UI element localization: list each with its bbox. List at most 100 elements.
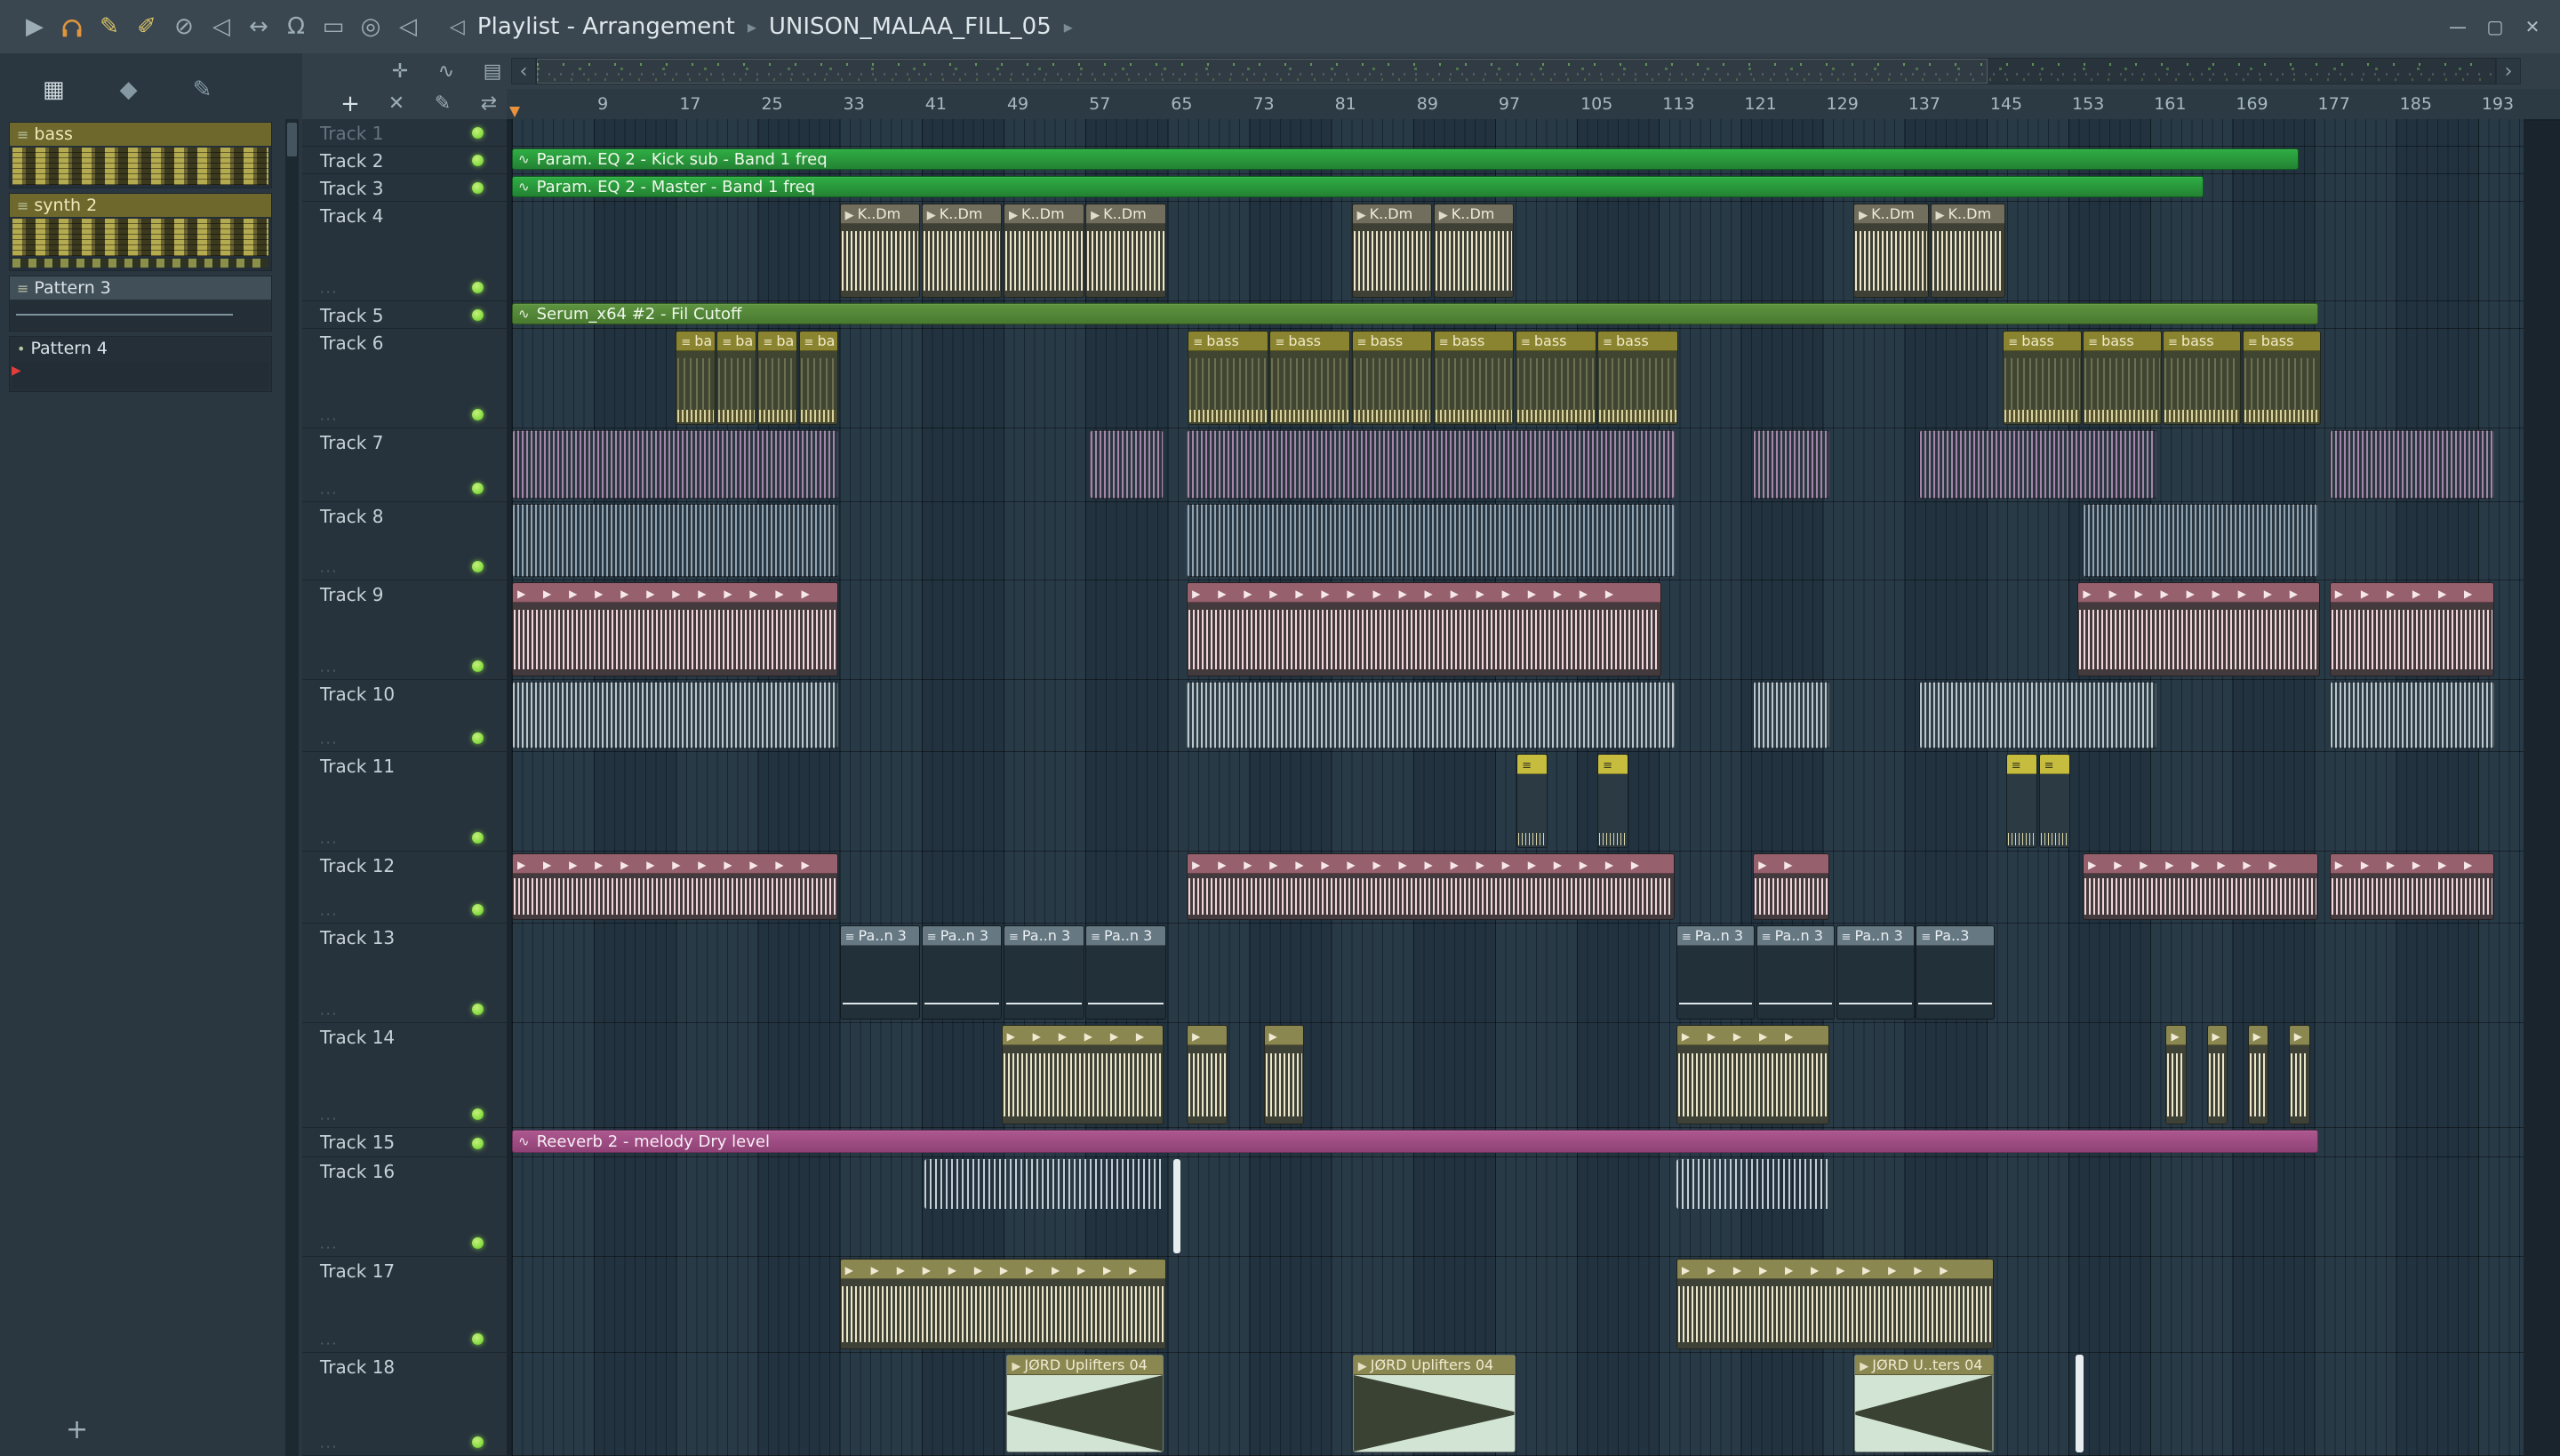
track-mute-led[interactable]	[472, 904, 484, 916]
playlist-clip-yellow-sm[interactable]: ≡	[2005, 754, 2038, 848]
playlist-clip-bass[interactable]: ≡ bass	[1188, 331, 1268, 425]
track-resize-grip[interactable]: ···	[320, 835, 338, 851]
playlist-clip-stripe-purple[interactable]	[2329, 430, 2494, 499]
draw-tool[interactable]: ✎	[430, 91, 455, 117]
track-header[interactable]: Track 11 ···	[302, 752, 507, 852]
playlist-clip-wave-olive[interactable]: ▶ ▶ ▶ ▶ ▶ ▶	[1001, 1025, 1164, 1124]
playlist-clip-wave-pink[interactable]: ▶ ▶	[1753, 853, 1830, 920]
scroll-left-button[interactable]: ‹	[511, 58, 536, 84]
playlist-clip-uplift[interactable]: ▶ JØRD Uplifters 04	[1006, 1355, 1164, 1452]
playlist-clip-wave-olive[interactable]: ▶ ▶ ▶ ▶ ▶ ▶ ▶ ▶ ▶ ▶ ▶ ▶	[839, 1259, 1166, 1349]
playlist-clip-auto-olive[interactable]: ∿ Serum_x64 #2 - Fil Cutoff	[512, 303, 2318, 324]
playlist-clip-stripe-light[interactable]	[512, 682, 839, 748]
playlist-clip-stripe-light[interactable]	[1918, 682, 2156, 748]
piano-tool[interactable]: ▤	[480, 59, 505, 85]
add-tool[interactable]: +	[338, 91, 363, 117]
playlist-clip-wave-pink[interactable]: ▶ ▶ ▶ ▶ ▶ ▶ ▶ ▶ ▶ ▶ ▶ ▶	[512, 853, 839, 920]
play-icon[interactable]: ▶	[16, 0, 53, 53]
track-resize-grip[interactable]: ···	[320, 907, 338, 923]
grid-track-row[interactable]	[512, 1353, 2524, 1456]
playlist-clip-wave-olive[interactable]: ▶	[2288, 1025, 2310, 1124]
playlist-clip-bass[interactable]: ≡ bass	[1515, 331, 1596, 425]
playlist-clip-kick[interactable]: ▶ K..Dm	[1930, 204, 2006, 298]
brush-icon[interactable]: ✐	[128, 0, 165, 53]
track-resize-grip[interactable]: ···	[320, 1240, 338, 1256]
playlist-clip-pat3[interactable]: ≡ Pa..n 3	[921, 925, 1003, 1020]
track-mute-led[interactable]	[472, 483, 484, 494]
track-mute-led[interactable]	[472, 182, 484, 194]
cut-tool[interactable]: ✕	[384, 91, 409, 117]
playlist-clip-pat3[interactable]: ≡ Pa..n 3	[1003, 925, 1084, 1020]
track-header[interactable]: Track 5	[302, 301, 507, 329]
pencil-icon[interactable]: ✎	[91, 0, 128, 53]
playlist-clip-wave-thin[interactable]	[1676, 1159, 1830, 1209]
track-resize-grip[interactable]: ···	[320, 1336, 338, 1352]
playlist-clip-stripe-purple[interactable]	[1753, 430, 1830, 499]
track-mute-led[interactable]	[472, 660, 484, 672]
track-mute-led[interactable]	[472, 155, 484, 166]
playlist-horizontal-scrollbar[interactable]: ‹ ›	[511, 58, 2521, 84]
playlist-clip-stripe-blue[interactable]	[1187, 504, 1676, 577]
playlist-clip-wave-olive[interactable]: ▶	[2165, 1025, 2188, 1124]
grid-track-row[interactable]	[512, 119, 2524, 147]
track-mute-led[interactable]	[472, 732, 484, 744]
track-header[interactable]: Track 3	[302, 174, 507, 202]
track-resize-grip[interactable]: ···	[320, 1111, 338, 1127]
track-header[interactable]: Track 7 ···	[302, 428, 507, 502]
playlist-clip-bass[interactable]: ≡ bass	[1351, 331, 1433, 425]
playlist-clip-pat3[interactable]: ≡ Pa..n 3	[1676, 925, 1756, 1020]
track-header[interactable]: Track 4 ···	[302, 202, 507, 301]
grid-icon[interactable]: ▦	[43, 76, 65, 103]
playlist-clip-stripe-purple[interactable]	[1187, 430, 1676, 499]
timeline-ruler[interactable]: 9 17 25 33 41 49 57 65 73 81 89 97 105 113 121 129 137 14…	[507, 89, 2560, 121]
magnet-icon[interactable]: Ω	[277, 0, 315, 53]
playlist-clip-kick[interactable]: ▶ K..Dm	[1085, 204, 1166, 298]
track-header[interactable]: Track 17 ···	[302, 1257, 507, 1353]
track-header[interactable]: Track 9 ···	[302, 580, 507, 680]
pattern-item-synth-2[interactable]: ≡ synth 2	[9, 193, 272, 271]
grid-track-row[interactable]	[512, 1157, 2524, 1257]
move-tool[interactable]: ✛	[388, 59, 412, 85]
grid-track-row[interactable]	[512, 202, 2524, 301]
track-mute-led[interactable]	[472, 1138, 484, 1149]
playlist-clip-stripe-purple[interactable]	[1089, 430, 1164, 499]
playlist-clip-pat3[interactable]: ≡ Pa..n 3	[1836, 925, 1915, 1020]
track-header[interactable]: Track 6 ···	[302, 329, 507, 428]
track-mute-led[interactable]	[472, 127, 484, 139]
playlist-clip-auto-purple[interactable]: ∿ Reeverb 2 - melody Dry level	[512, 1130, 2318, 1153]
playlist-clip-stripe-light[interactable]	[1187, 682, 1676, 748]
playlist-clip-wave-olive[interactable]: ▶ ▶ ▶ ▶ ▶ ▶ ▶ ▶ ▶ ▶ ▶	[1676, 1259, 1994, 1349]
playlist-clip-wave-pink[interactable]: ▶ ▶ ▶ ▶ ▶ ▶	[2329, 853, 2494, 920]
vertical-scroll-thumb[interactable]	[287, 123, 297, 156]
headphones-icon[interactable]	[53, 0, 91, 53]
zoom-frame-icon[interactable]: ▭	[315, 0, 352, 53]
playlist-clip-kick[interactable]: ▶ K..Dm	[1351, 204, 1433, 298]
playlist-clip-bass[interactable]: ≡ bass	[2242, 331, 2322, 425]
stretch-icon[interactable]: ↔	[240, 0, 277, 53]
playlist-clip-bass[interactable]: ≡ ba	[676, 331, 716, 425]
playlist-clip-stripe-purple[interactable]	[1918, 430, 2156, 499]
playlist-clip-pat3[interactable]: ≡ Pa..n 3	[1085, 925, 1166, 1020]
playlist-clip-wave-olive[interactable]: ▶	[2206, 1025, 2228, 1124]
playlist-clip-kick[interactable]: ▶ K..Dm	[1853, 204, 1929, 298]
playlist-clip-auto-green[interactable]: ∿ Param. EQ 2 - Master - Band 1 freq	[512, 176, 2204, 197]
playlist-clip-kick[interactable]: ▶ K..Dm	[921, 204, 1003, 298]
pattern-item-bass[interactable]: ≡ bass	[9, 122, 272, 188]
track-header[interactable]: Track 12 ···	[302, 852, 507, 924]
track-mute-led[interactable]	[472, 1333, 484, 1345]
playlist-clip-pat3[interactable]: ≡ Pa..3	[1916, 925, 1995, 1020]
playlist-clip-pat3[interactable]: ≡ Pa..n 3	[1756, 925, 1836, 1020]
mute-icon[interactable]: ◁	[203, 0, 240, 53]
playlist-clip-stripe-light[interactable]	[1753, 682, 1830, 748]
playlist-clip-uplift[interactable]: ▶ JØRD Uplifters 04	[1352, 1355, 1516, 1452]
zoom-icon[interactable]: ◎	[352, 0, 389, 53]
track-header[interactable]: Track 10 ···	[302, 680, 507, 752]
track-mute-led[interactable]	[472, 409, 484, 420]
playlist-clip-bass[interactable]: ≡ ba	[798, 331, 839, 425]
playlist-clip-stripe-light[interactable]	[2329, 682, 2494, 748]
track-resize-grip[interactable]: ···	[320, 564, 338, 580]
preview-speaker-icon[interactable]: ◁	[389, 0, 427, 53]
playlist-clip-wave-pink[interactable]: ▶ ▶ ▶ ▶ ▶ ▶ ▶ ▶	[2083, 853, 2318, 920]
playlist-vertical-scrollbar[interactable]	[285, 119, 299, 1456]
playlist-clip-bass[interactable]: ≡ bass	[1433, 331, 1515, 425]
